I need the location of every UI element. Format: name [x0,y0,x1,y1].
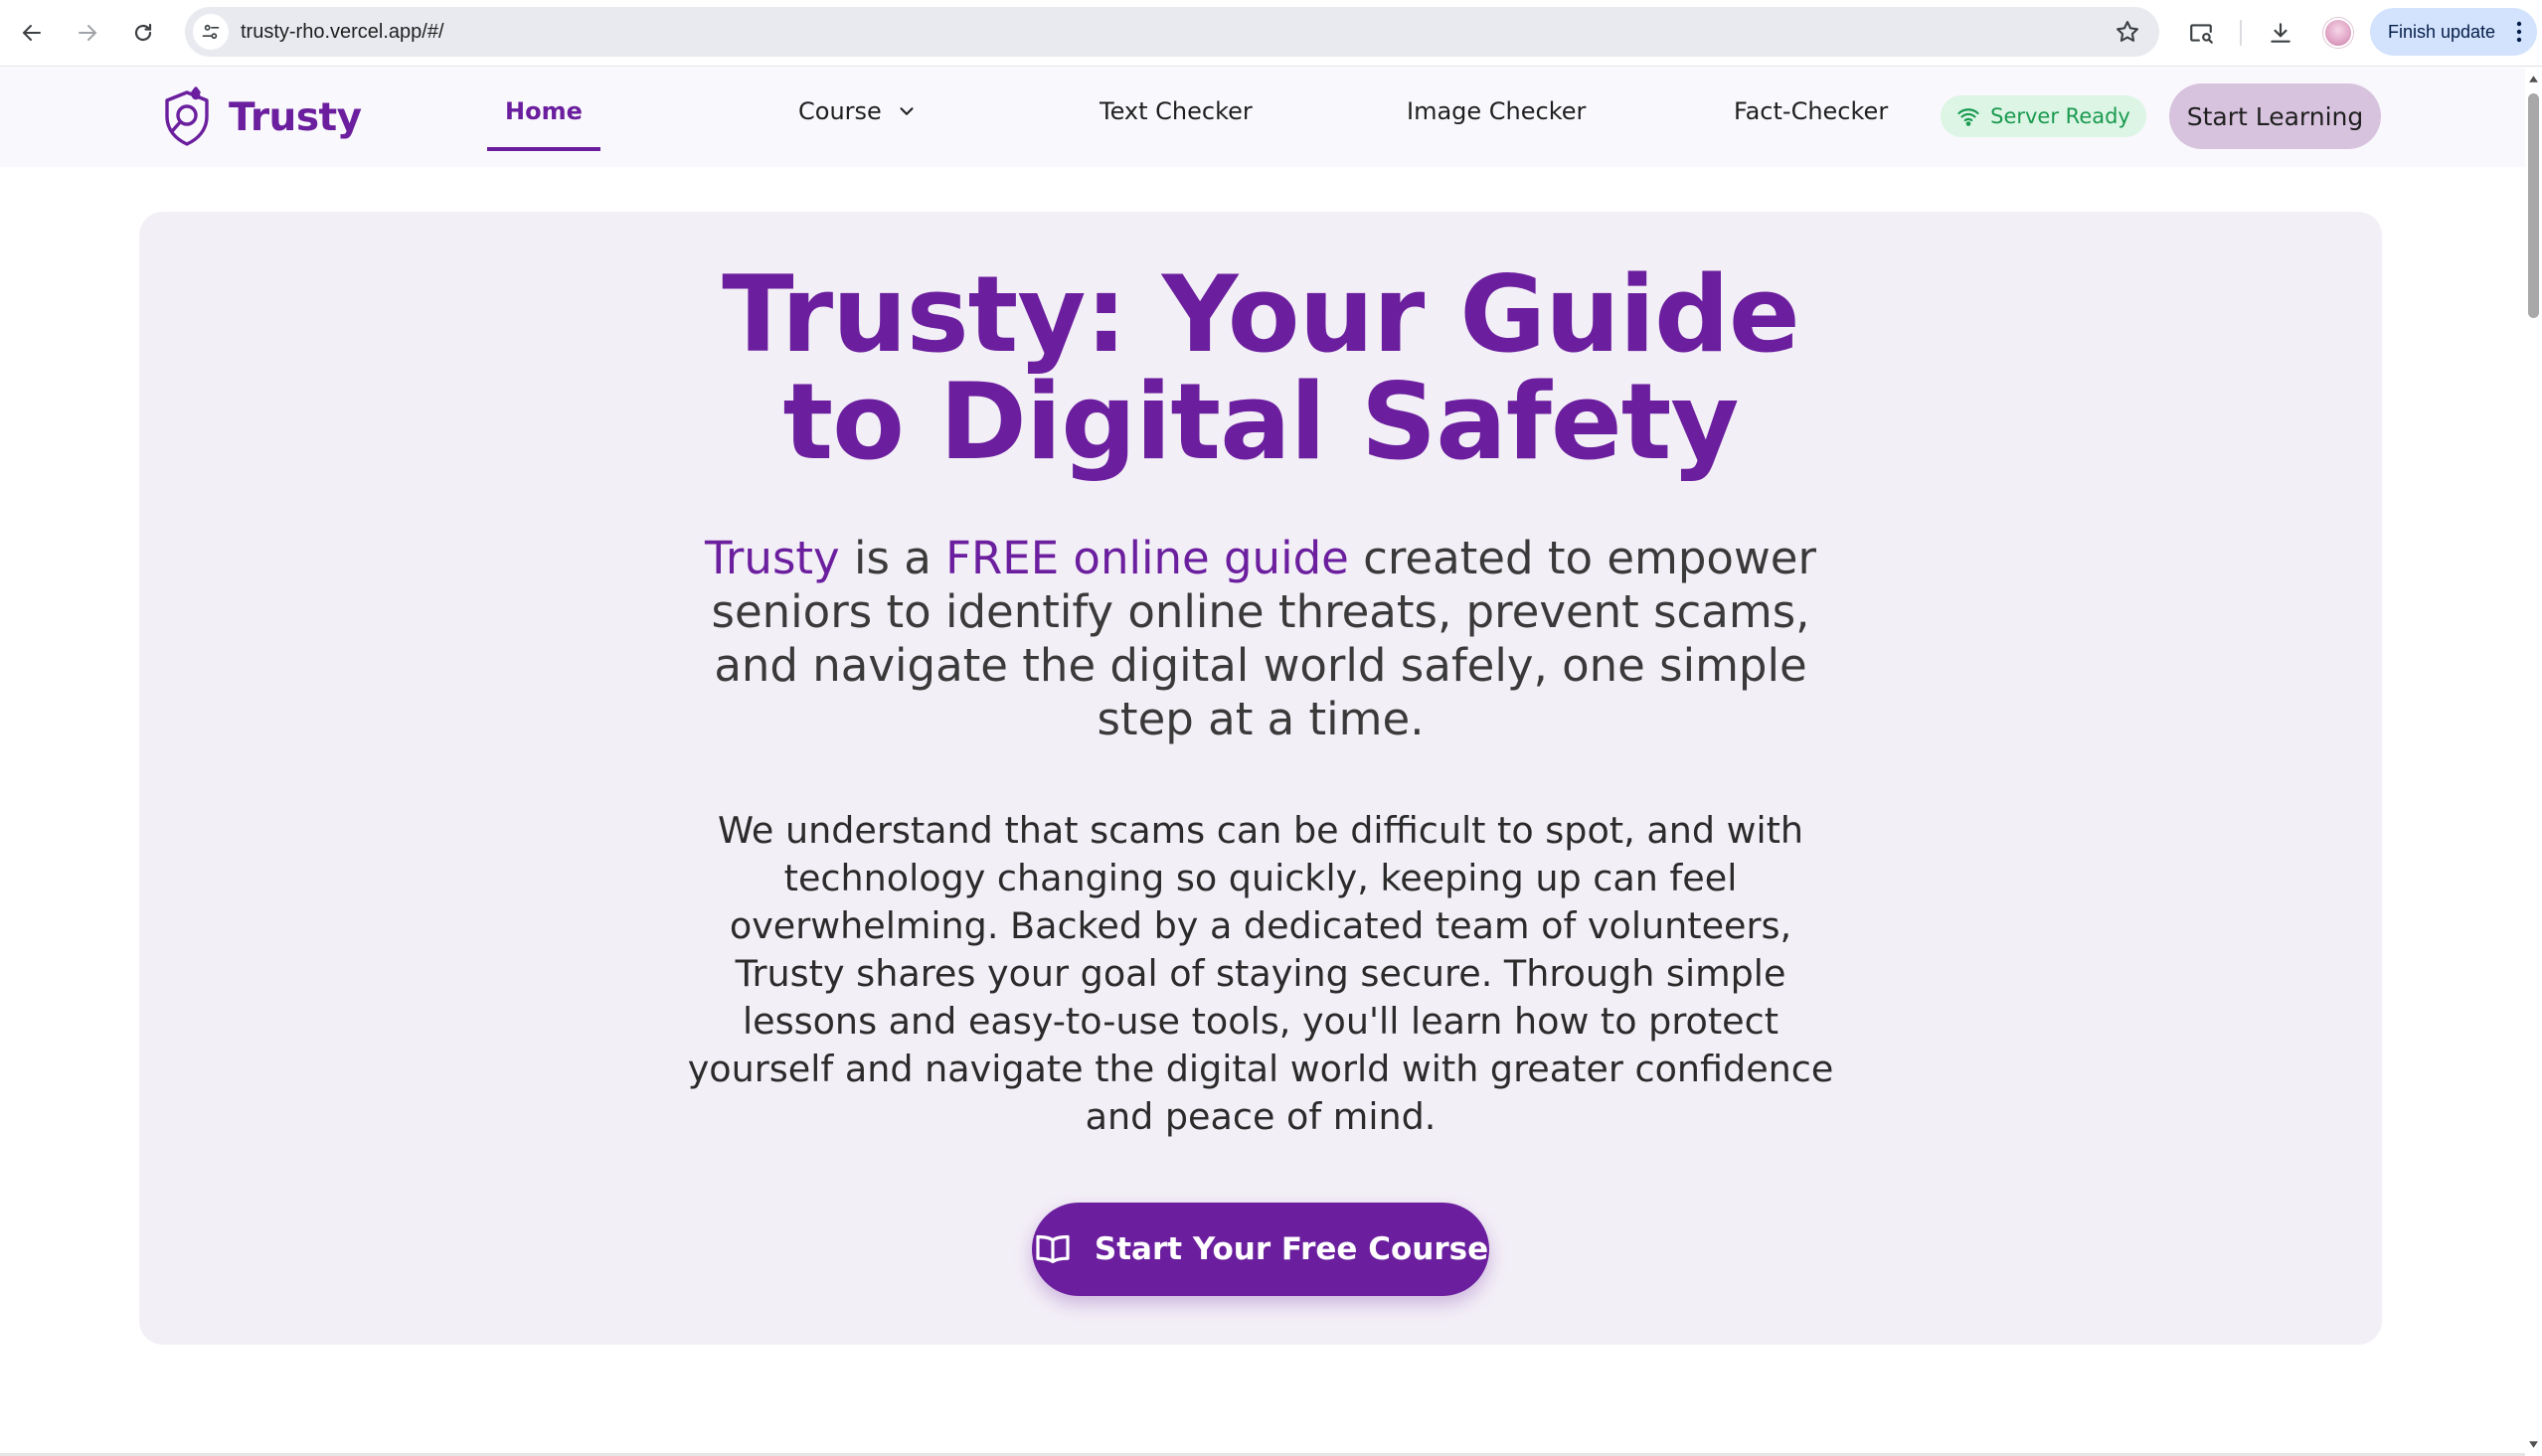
server-status-badge: Server Ready [1941,95,2146,137]
arrow-left-icon [22,25,41,41]
wifi-icon [1957,108,1979,126]
brand-logo[interactable]: Trusty [159,85,362,149]
lead-brand: Trusty [705,532,840,584]
star-icon[interactable] [2114,18,2141,46]
hero-body: We understand that scams can be difficul… [687,809,1834,1138]
address-bar[interactable]: trusty-rho.vercel.app/#/ [185,7,2159,57]
reload-icon [134,23,152,42]
scroll-down-arrow-icon[interactable] [2528,1439,2539,1450]
toolbar-divider [2240,20,2242,46]
nav-course-label: Course [798,97,882,125]
chevron-down-icon [900,107,914,115]
lead-highlight: FREE online guide [945,532,1349,584]
site-info-button[interactable] [193,14,229,50]
finish-update-label: Finish update [2388,21,2496,42]
hero-section: Trusty: Your Guide to Digital Safety Tru… [139,212,2382,1345]
book-open-icon [1036,1234,1070,1264]
tune-icon [202,24,220,40]
site-header: Trusty Home Course Text Checker Image Ch… [0,68,2525,167]
lead-is-a: is a [839,532,946,584]
hero-title-line2: to Digital Safety [782,361,1739,483]
downloads-button[interactable] [2263,15,2298,51]
avatar [2323,18,2353,48]
hero-title-line1: Trusty: Your Guide [722,253,1800,376]
page-scrollbar[interactable] [2525,68,2542,1456]
nav-text-checker[interactable]: Text Checker [1100,97,1253,125]
arrow-right-icon [79,25,97,41]
profile-button[interactable] [2320,15,2356,51]
reload-button[interactable] [123,13,163,53]
finish-update-button[interactable]: Finish update [2370,8,2537,56]
more-vert-icon [2516,21,2522,43]
server-status-text: Server Ready [1990,104,2130,128]
brand-name: Trusty [229,94,362,140]
screen-search-icon [2190,24,2213,44]
url-text[interactable]: trusty-rho.vercel.app/#/ [241,21,444,44]
nav-image-checker[interactable]: Image Checker [1407,97,1586,125]
nav-home[interactable]: Home [487,97,600,151]
browser-toolbar: trusty-rho.vercel.app/#/ Finish update [0,0,2542,67]
hero-title: Trusty: Your Guide to Digital Safety [139,261,2382,476]
start-learning-button[interactable]: Start Learning [2169,83,2381,149]
back-button[interactable] [12,13,52,53]
nav-fact-checker[interactable]: Fact-Checker [1734,97,1888,125]
download-icon [2271,23,2290,43]
shield-magnifier-icon [165,86,209,146]
nav-course-dropdown[interactable]: Course [798,97,918,125]
hero-lead: Trusty is a FREE online guide created to… [674,532,1847,746]
scroll-up-arrow-icon[interactable] [2528,74,2539,84]
forward-button[interactable] [68,13,107,53]
tab-search-button[interactable] [2183,15,2219,51]
start-free-course-button[interactable]: Start Your Free Course [1032,1203,1489,1296]
scrollbar-thumb[interactable] [2528,93,2539,318]
cta-label: Start Your Free Course [1094,1231,1489,1267]
